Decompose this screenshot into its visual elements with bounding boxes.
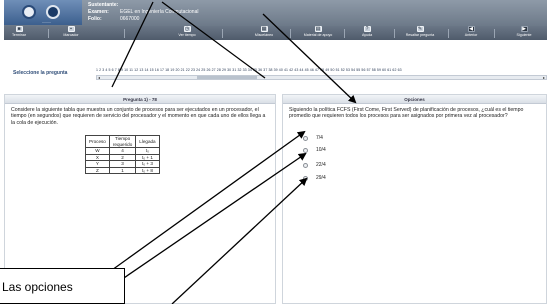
- question-selector-label: Seleccione la pregunta: [13, 70, 68, 76]
- siguiente-label: Siguiente: [516, 33, 532, 37]
- logo-caption: ———: [42, 20, 51, 24]
- table-row: W 4 t₀: [85, 147, 160, 155]
- miscelaneo-button[interactable]: ▦ Misceláneo: [244, 26, 284, 40]
- miscelaneo-label: Misceláneo: [254, 33, 274, 37]
- institution-logo: ———: [4, 0, 82, 25]
- anterior-button[interactable]: ◀ Anterior: [454, 26, 488, 40]
- option-2[interactable]: 10/4: [303, 147, 326, 153]
- table-row: X 2 t₀ + 1: [85, 153, 160, 161]
- option-label: 7/4: [316, 135, 323, 141]
- examen-label: Examen:: [88, 9, 109, 15]
- resaltar-pregunta-button[interactable]: ✎ Resaltar pregunta: [398, 26, 442, 40]
- table-header: Tiempo requerido: [108, 135, 137, 148]
- process-table: Proceso Tiempo requerido Llegada W 4 t₀ …: [85, 135, 160, 174]
- table-cell: t₀ + 8: [135, 166, 160, 174]
- question-number-list[interactable]: 1 2 3 4 5 6 7 8 9 10 11 12 13 14 15 16 1…: [96, 68, 402, 72]
- option-4[interactable]: 29/4: [303, 175, 326, 181]
- sustentante-label: Sustentante:: [88, 2, 119, 8]
- question-selector: Seleccione la pregunta 1 2 3 4 5 6 7 8 9…: [4, 58, 547, 90]
- terminar-button[interactable]: ■ Terminar: [6, 26, 32, 40]
- clock-icon: ◷: [183, 26, 191, 32]
- previous-icon: ◀: [467, 26, 475, 32]
- options-panel: Opciones Siguiendo la política FCFS (Fir…: [282, 94, 547, 304]
- folio-value: 0667000: [120, 16, 140, 22]
- terminar-label: Terminar: [12, 33, 26, 37]
- ver-tiempo-button[interactable]: ◷ Ver tiempo: [164, 26, 210, 40]
- material-apoyo-button[interactable]: ▤ Material de apoyo: [296, 26, 340, 40]
- folio-label: Folio:: [88, 16, 102, 22]
- radio-button[interactable]: [303, 175, 308, 181]
- marcador-label: Marcador: [63, 33, 79, 37]
- logo-emblem-icon: [22, 5, 36, 19]
- material-apoyo-label: Material de apoyo: [303, 33, 333, 37]
- candidate-info: Sustentante: Examen: EGEL en Ingeniería C…: [88, 2, 198, 23]
- ayuda-label: Ayuda: [361, 33, 373, 37]
- option-label: 22/4: [316, 162, 326, 168]
- radio-button[interactable]: [303, 162, 308, 168]
- scroll-right-icon[interactable]: ▸: [543, 75, 545, 80]
- question-header: Pregunta 1) - 78: [5, 95, 275, 104]
- ayuda-button[interactable]: ? Ayuda: [350, 26, 384, 40]
- option-label: 10/4: [316, 147, 326, 153]
- question-scrollbar[interactable]: ◂ ▸: [96, 75, 547, 80]
- anterior-label: Anterior: [464, 33, 478, 37]
- table-row: Y 3 t₀ + 3: [85, 160, 160, 168]
- calculator-icon: ▦: [260, 26, 268, 32]
- highlight-icon: ✎: [416, 26, 424, 32]
- marcador-button[interactable]: ▪ Marcador: [56, 26, 86, 40]
- toolbar: ■ Terminar ▪ Marcador ◷ Ver tiempo ▦ Mis…: [4, 26, 547, 40]
- annotation-callout: Las opciones: [0, 268, 125, 304]
- examen-value: EGEL en Ingeniería Computacional: [120, 9, 199, 15]
- scrollbar-thumb[interactable]: [197, 76, 257, 79]
- radio-button[interactable]: [303, 135, 308, 141]
- scroll-left-icon[interactable]: ◂: [98, 75, 100, 80]
- ver-tiempo-label: Ver tiempo: [178, 33, 196, 37]
- options-header: Opciones: [283, 95, 546, 104]
- exam-header: ——— Sustentante: Examen: EGEL en Ingenier…: [4, 0, 547, 40]
- siguiente-button[interactable]: ▶ Siguiente: [506, 26, 542, 40]
- book-icon: ▤: [314, 26, 322, 32]
- question-text: Considere la siguiente tabla que muestra…: [11, 107, 266, 126]
- option-3[interactable]: 22/4: [303, 162, 326, 168]
- option-1[interactable]: 7/4: [303, 135, 323, 141]
- radio-button[interactable]: [303, 147, 308, 153]
- stop-icon: ■: [15, 26, 23, 32]
- help-icon: ?: [363, 26, 371, 32]
- table-cell: 1: [108, 166, 137, 174]
- resaltar-pregunta-label: Resaltar pregunta: [405, 33, 435, 37]
- table-header: Llegada: [135, 135, 160, 148]
- next-icon: ▶: [520, 26, 528, 32]
- option-label: 29/4: [316, 175, 326, 181]
- logo-seal-icon: [46, 5, 60, 19]
- table-header: Proceso: [85, 135, 110, 148]
- table-row: Z 1 t₀ + 8: [85, 166, 160, 174]
- table-cell: Z: [85, 166, 110, 174]
- bookmark-icon: ▪: [67, 26, 75, 32]
- options-prompt: Siguiendo la política FCFS (First Come, …: [289, 107, 524, 120]
